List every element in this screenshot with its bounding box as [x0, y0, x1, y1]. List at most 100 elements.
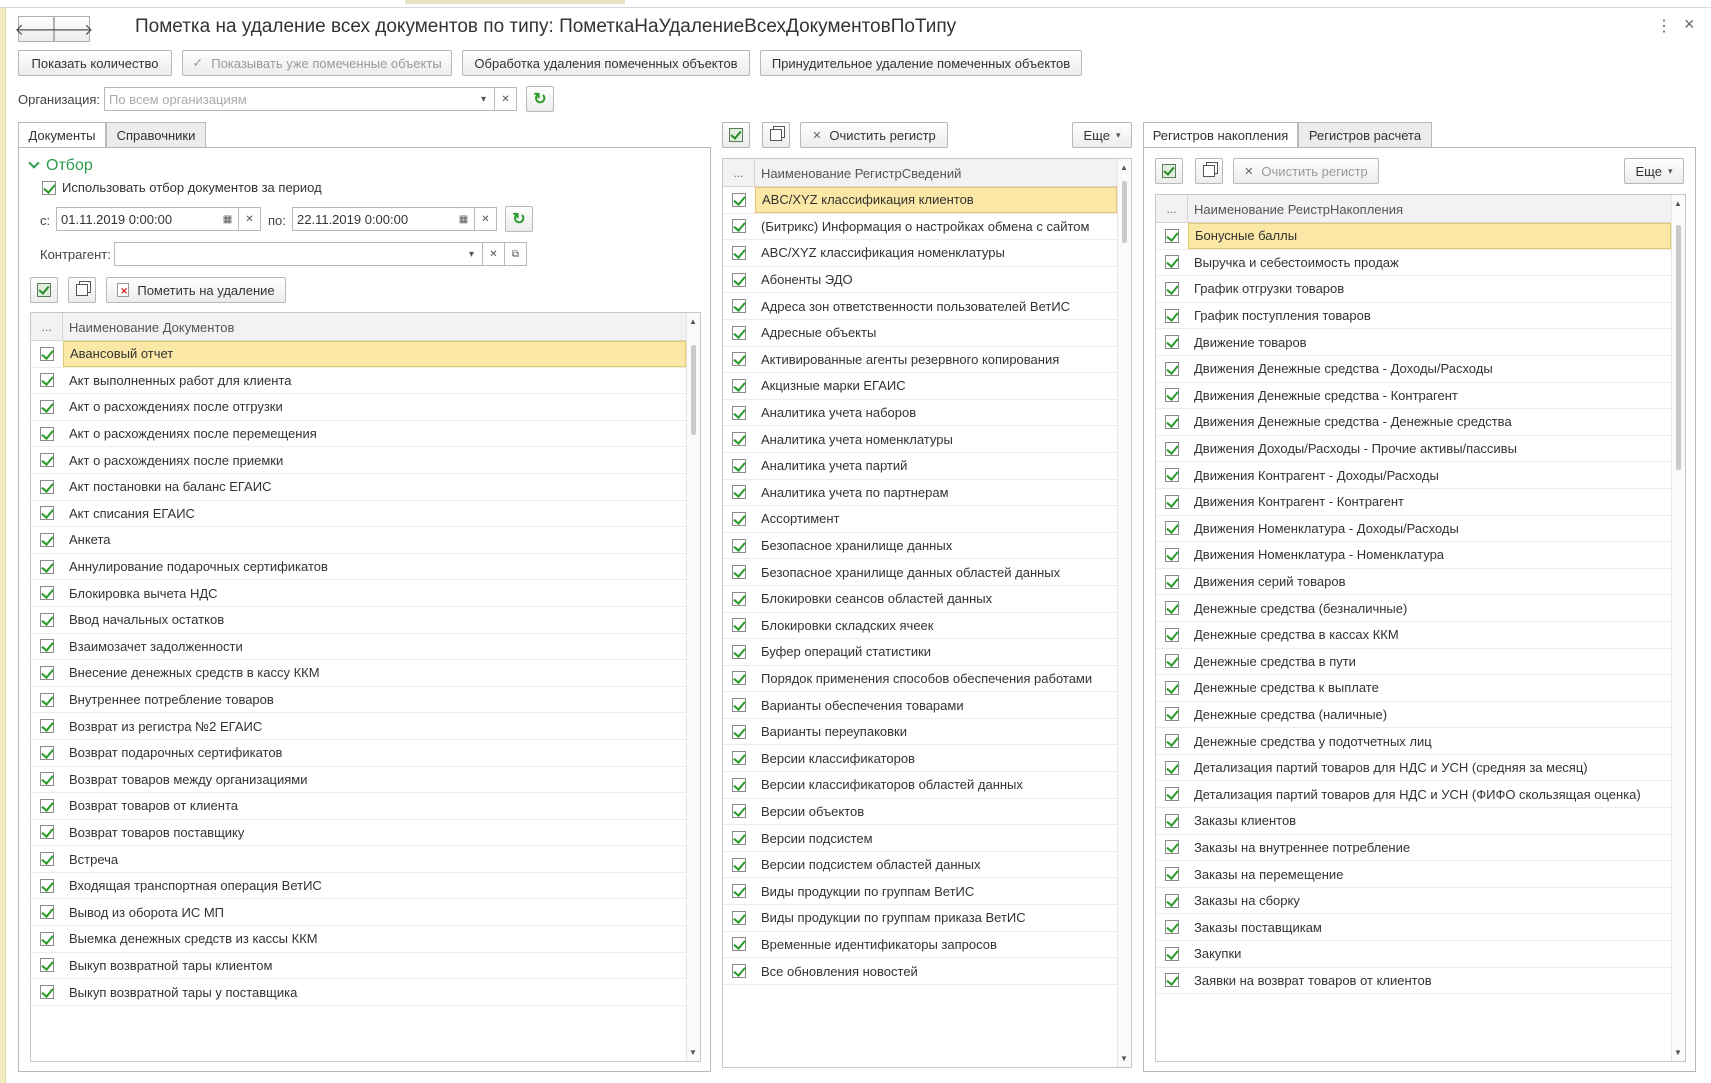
table-row[interactable]: Возврат товаров между организациями	[31, 767, 686, 794]
table-row[interactable]: Версии подсистем областей данных	[723, 852, 1117, 879]
row-checkbox[interactable]	[723, 671, 755, 686]
tab-documents[interactable]: Документы	[18, 122, 106, 148]
table-row[interactable]: Заявки на возврат товаров от клиентов	[1156, 968, 1671, 995]
table-row[interactable]: Акт выполненных работ для клиента	[31, 368, 686, 395]
table-row[interactable]: Возврат товаров от клиента	[31, 793, 686, 820]
table-row[interactable]: Аналитика учета по партнерам	[723, 480, 1117, 507]
date-from-input[interactable]: 01.11.2019 0:00:00	[56, 207, 218, 231]
row-checkbox[interactable]	[723, 751, 755, 766]
accum-clear-register-button[interactable]: ✕ Очистить регистр	[1233, 158, 1379, 184]
row-checkbox[interactable]	[1156, 335, 1188, 350]
table-row[interactable]: Детализация партий товаров для НДС и УСН…	[1156, 781, 1671, 809]
table-row[interactable]: Заказы на сборку	[1156, 888, 1671, 915]
table-row[interactable]: Адреса зон ответственности пользователей…	[723, 293, 1117, 320]
row-checkbox[interactable]	[723, 777, 755, 792]
row-checkbox[interactable]	[31, 825, 63, 840]
row-checkbox[interactable]	[723, 219, 755, 234]
row-checkbox[interactable]	[723, 937, 755, 952]
table-row[interactable]: Акт о расхождениях после приемки	[31, 447, 686, 474]
close-icon[interactable]: ×	[1684, 14, 1695, 35]
date-from-clear-button[interactable]: ✕	[239, 207, 261, 231]
column-menu-button[interactable]: ...	[1156, 195, 1188, 223]
row-checkbox[interactable]	[31, 426, 63, 441]
table-row[interactable]: Буфер операций статистики	[723, 639, 1117, 666]
info-clear-register-button[interactable]: ✕ Очистить регистр	[800, 122, 948, 148]
row-checkbox[interactable]	[723, 485, 755, 500]
row-checkbox[interactable]	[1156, 734, 1188, 749]
tab-catalogs[interactable]: Справочники	[106, 122, 206, 148]
table-row[interactable]: Виды продукции по группам приказа ВетИС	[723, 905, 1117, 932]
table-row[interactable]: Все обновления новостей	[723, 958, 1117, 985]
table-row[interactable]: Версии подсистем	[723, 825, 1117, 852]
row-checkbox[interactable]	[723, 804, 755, 819]
table-row[interactable]: Денежные средства в пути	[1156, 649, 1671, 676]
row-checkbox[interactable]	[31, 772, 63, 787]
table-row[interactable]: Виды продукции по группам ВетИС	[723, 878, 1117, 906]
row-checkbox[interactable]	[31, 506, 63, 521]
row-checkbox[interactable]	[31, 985, 63, 1000]
table-row[interactable]: Движения Номенклатура - Доходы/Расходы	[1156, 516, 1671, 543]
table-row[interactable]: Заказы клиентов	[1156, 808, 1671, 835]
table-row[interactable]: Взаимозачет задолженности	[31, 634, 686, 661]
table-row[interactable]: Заказы на внутреннее потребление	[1156, 835, 1671, 862]
table-row[interactable]: Версии классификаторов областей данных	[723, 772, 1117, 799]
row-checkbox[interactable]	[1156, 893, 1188, 908]
row-checkbox[interactable]	[723, 272, 755, 287]
row-checkbox[interactable]	[1156, 228, 1188, 243]
row-checkbox[interactable]	[31, 665, 63, 680]
row-checkbox[interactable]	[31, 931, 63, 946]
tab-accumulation-registers[interactable]: Регистров накопления	[1143, 122, 1298, 148]
documents-uncheck-all-button[interactable]	[68, 277, 96, 303]
table-row[interactable]: Движения серий товаров	[1156, 569, 1671, 596]
table-row[interactable]: Движения Контрагент - Контрагент	[1156, 489, 1671, 516]
row-checkbox[interactable]	[31, 373, 63, 388]
organization-input[interactable]: По всем организациям	[104, 87, 474, 111]
table-row[interactable]: Движения Доходы/Расходы - Прочие активы/…	[1156, 436, 1671, 463]
date-to-calendar-button[interactable]: ▦	[453, 207, 475, 231]
row-checkbox[interactable]	[1156, 920, 1188, 935]
row-checkbox[interactable]	[723, 884, 755, 899]
row-checkbox[interactable]	[723, 325, 755, 340]
table-row[interactable]: Выемка денежных средств из кассы ККМ	[31, 926, 686, 953]
row-checkbox[interactable]	[31, 346, 63, 361]
table-row[interactable]: Ввод начальных остатков	[31, 607, 686, 634]
show-count-button[interactable]: Показать количество	[18, 50, 172, 76]
table-row[interactable]: Аналитика учета номенклатуры	[723, 426, 1117, 453]
row-checkbox[interactable]	[31, 798, 63, 813]
mark-for-deletion-button[interactable]: Пометить на удаление	[106, 277, 286, 303]
row-checkbox[interactable]	[723, 591, 755, 606]
table-row[interactable]: Абоненты ЭДО	[723, 267, 1117, 294]
table-row[interactable]: Акт списания ЕГАИС	[31, 501, 686, 528]
table-row[interactable]: Закупки	[1156, 941, 1671, 968]
row-checkbox[interactable]	[723, 724, 755, 739]
row-checkbox[interactable]	[1156, 361, 1188, 376]
row-checkbox[interactable]	[723, 964, 755, 979]
row-checkbox[interactable]	[723, 910, 755, 925]
row-checkbox[interactable]	[31, 612, 63, 627]
row-checkbox[interactable]	[31, 878, 63, 893]
table-row[interactable]: Блокировки сеансов областей данных	[723, 586, 1117, 613]
table-row[interactable]: Внесение денежных средств в кассу ККМ	[31, 660, 686, 687]
table-row[interactable]: Порядок применения способов обеспечения …	[723, 666, 1117, 693]
table-row[interactable]: Авансовый отчет	[31, 341, 686, 368]
row-checkbox[interactable]	[1156, 867, 1188, 882]
more-actions-icon[interactable]: ⋮	[1656, 16, 1672, 36]
row-checkbox[interactable]	[31, 639, 63, 654]
row-checkbox[interactable]	[1156, 308, 1188, 323]
row-checkbox[interactable]	[1156, 973, 1188, 988]
table-row[interactable]: Вывод из оборота ИС МП	[31, 899, 686, 927]
row-checkbox[interactable]	[31, 479, 63, 494]
table-row[interactable]: Выручка и себестоимость продаж	[1156, 250, 1671, 277]
date-to-input[interactable]: 22.11.2019 0:00:00	[292, 207, 454, 231]
table-row[interactable]: Заказы на перемещение	[1156, 861, 1671, 888]
table-row[interactable]: Выкуп возвратной тары у поставщика	[31, 979, 686, 1006]
table-row[interactable]: Блокировка вычета НДС	[31, 580, 686, 607]
row-checkbox[interactable]	[1156, 680, 1188, 695]
row-checkbox[interactable]	[723, 511, 755, 526]
organization-refresh-button[interactable]: ↻	[526, 86, 554, 112]
row-checkbox[interactable]	[723, 857, 755, 872]
row-checkbox[interactable]	[31, 532, 63, 547]
table-row[interactable]: Акт о расхождениях после отгрузки	[31, 394, 686, 421]
table-row[interactable]: ABC/XYZ классификация клиентов	[723, 187, 1117, 214]
table-row[interactable]: Временные идентификаторы запросов	[723, 932, 1117, 959]
